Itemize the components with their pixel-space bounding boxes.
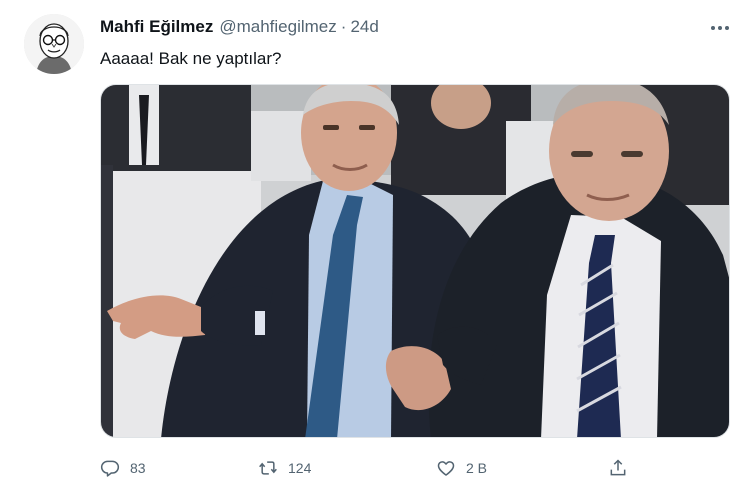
reply-button[interactable]: 83: [100, 454, 146, 482]
retweet-icon: [259, 461, 277, 475]
author-avatar[interactable]: [24, 14, 84, 74]
more-options-icon: [711, 26, 729, 30]
like-count: 2 B: [466, 460, 488, 476]
tweet-text: Aaaaa! Bak ne yaptılar?: [100, 49, 282, 68]
tweet-actions: 83 124 2 B: [100, 454, 730, 482]
retweet-count: 124: [288, 460, 312, 476]
author-handle[interactable]: @mahfiegilmez: [219, 17, 336, 37]
reply-icon: [100, 460, 120, 477]
author-display-name[interactable]: Mahfi Eğilmez: [100, 17, 213, 37]
photo-two-men-in-suits: [101, 85, 729, 437]
share-button[interactable]: [608, 454, 628, 482]
share-icon: [610, 459, 626, 476]
retweet-button[interactable]: 124: [258, 454, 311, 482]
reply-count: 83: [130, 460, 146, 476]
tweet-media-photo[interactable]: [100, 84, 730, 438]
more-options-button[interactable]: [704, 16, 736, 40]
tweet-header: Mahfi Eğilmez @mahfiegilmez · 24d: [100, 16, 379, 38]
tweet[interactable]: Mahfi Eğilmez @mahfiegilmez · 24d Aaaaa!…: [0, 0, 754, 491]
avatar-caricature-icon: [24, 14, 84, 74]
header-separator: ·: [340, 17, 347, 36]
like-button[interactable]: 2 B: [436, 454, 487, 482]
tweet-timestamp[interactable]: 24d: [350, 17, 378, 37]
like-icon: [437, 461, 455, 476]
